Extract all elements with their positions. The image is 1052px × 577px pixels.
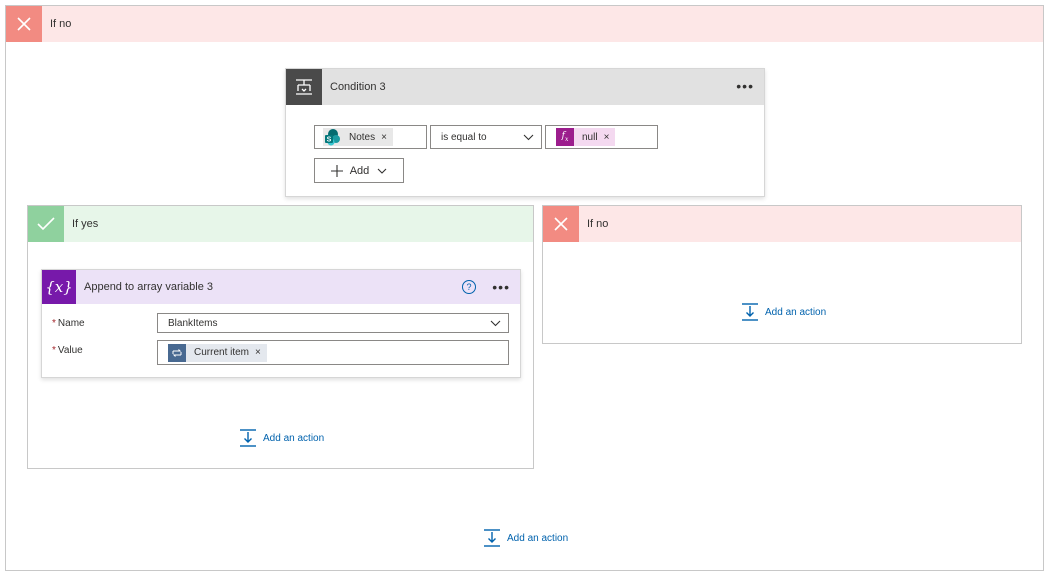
close-icon xyxy=(6,6,42,42)
operator-select[interactable]: is equal to xyxy=(430,125,542,149)
chevron-down-icon xyxy=(490,320,501,327)
if-yes-add-action-label: Add an action xyxy=(263,432,325,444)
if-no-label: If no xyxy=(587,218,609,230)
name-select-value: BlankItems xyxy=(168,317,218,329)
outer-if-no-header[interactable]: If no xyxy=(6,6,1043,42)
outer-if-no-label: If no xyxy=(50,18,72,30)
condition-card: Condition 3 ••• S Notes × is equal to fx… xyxy=(285,68,765,197)
more-icon[interactable]: ••• xyxy=(492,279,510,295)
value-field-label: * Value xyxy=(52,345,83,356)
required-marker: * xyxy=(52,318,56,329)
append-array-card: {x} Append to array variable 3 ? ••• * Na… xyxy=(41,269,521,378)
left-operand-field[interactable]: S Notes × xyxy=(314,125,427,149)
add-action-icon xyxy=(742,303,758,321)
add-button[interactable]: Add xyxy=(314,158,404,183)
close-icon xyxy=(543,206,579,242)
add-action-icon xyxy=(240,429,256,447)
outer-add-action[interactable]: Add an action xyxy=(483,529,568,547)
chevron-down-icon xyxy=(523,134,534,141)
more-icon[interactable]: ••• xyxy=(736,78,754,94)
condition-header[interactable]: Condition 3 ••• xyxy=(286,69,764,105)
notes-token[interactable]: S Notes × xyxy=(323,128,393,146)
if-yes-label: If yes xyxy=(72,218,99,230)
condition-icon xyxy=(286,69,322,105)
value-label-text: Value xyxy=(57,345,83,356)
notes-token-label: Notes xyxy=(349,131,376,143)
null-token[interactable]: fx null × xyxy=(556,128,616,146)
if-no-branch: If no Add an action xyxy=(542,205,1022,344)
chevron-down-icon xyxy=(377,168,387,174)
operator-value: is equal to xyxy=(441,131,487,143)
check-icon xyxy=(28,206,64,242)
if-yes-branch: If yes {x} Append to array variable 3 ? … xyxy=(27,205,534,469)
remove-null-token-icon[interactable]: × xyxy=(604,132,610,143)
name-select[interactable]: BlankItems xyxy=(157,313,509,333)
help-icon[interactable]: ? xyxy=(462,280,476,294)
if-no-add-action-label: Add an action xyxy=(765,306,827,318)
fx-icon: fx xyxy=(556,128,574,146)
remove-notes-token-icon[interactable]: × xyxy=(381,132,387,143)
append-array-header[interactable]: {x} Append to array variable 3 ? ••• xyxy=(42,270,520,304)
name-label-text: Name xyxy=(57,318,85,329)
if-yes-header[interactable]: If yes xyxy=(28,206,533,242)
name-field-label: * Name xyxy=(52,318,85,329)
variable-icon: {x} xyxy=(42,270,76,304)
add-button-label: Add xyxy=(349,164,370,177)
required-marker: * xyxy=(52,345,56,356)
condition-title: Condition 3 xyxy=(330,81,386,93)
right-operand-field[interactable]: fx null × xyxy=(545,125,658,149)
remove-current-item-token-icon[interactable]: × xyxy=(255,347,261,358)
loop-icon xyxy=(168,343,186,362)
append-array-title: Append to array variable 3 xyxy=(84,281,214,293)
sharepoint-icon: S xyxy=(323,128,341,146)
null-token-label: null xyxy=(582,131,598,143)
value-field[interactable]: Current item × xyxy=(157,340,509,365)
outer-add-action-label: Add an action xyxy=(507,532,569,544)
if-no-add-action[interactable]: Add an action xyxy=(741,303,826,321)
if-yes-add-action[interactable]: Add an action xyxy=(239,429,324,447)
add-action-icon xyxy=(484,529,500,547)
if-no-header[interactable]: If no xyxy=(543,206,1021,242)
svg-text:S: S xyxy=(327,137,332,144)
plus-icon xyxy=(330,164,343,177)
current-item-token-label: Current item xyxy=(194,347,250,358)
current-item-token[interactable]: Current item × xyxy=(168,343,267,362)
